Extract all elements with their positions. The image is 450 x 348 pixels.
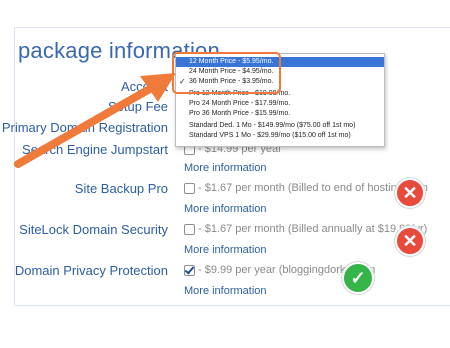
seo-label: Search Engine Jumpstart xyxy=(22,142,168,157)
seo-more-info-link[interactable]: More information xyxy=(184,162,267,174)
panel-border-top xyxy=(14,27,450,28)
privacy-label: Domain Privacy Protection xyxy=(14,263,168,278)
primary-domain-label: Primary Domain Registration xyxy=(1,120,168,135)
setup-fee-label: Setup Fee xyxy=(108,99,168,114)
sitelock-more-info-link[interactable]: More information xyxy=(184,244,267,256)
privacy-more-info-link[interactable]: More information xyxy=(184,285,267,297)
backup-label: Site Backup Pro xyxy=(74,181,168,196)
sitelock-option: - $1.67 per month (Billed annually at $1… xyxy=(184,223,427,235)
backup-option: - $1.67 per month (Billed to end of host… xyxy=(184,182,428,194)
x-mark-icon: ✕ xyxy=(395,226,425,256)
account-label: Account xyxy=(121,79,168,94)
dropdown-option[interactable]: Standard VPS 1 Mo - $29.99/mo ($15.00 of… xyxy=(176,131,384,141)
backup-more-info-link[interactable]: More information xyxy=(184,203,267,215)
dropdown-option[interactable]: Standard Ded. 1 Mo - $149.99/mo ($75.00 … xyxy=(176,121,384,131)
privacy-checkbox[interactable] xyxy=(184,264,195,276)
sitelock-checkbox[interactable] xyxy=(184,223,195,235)
sitelock-price: - $1.67 per month (Billed annually at $1… xyxy=(198,223,428,235)
backup-price: - $1.67 per month (Billed to end of host… xyxy=(198,182,428,194)
check-mark-icon: ✓ xyxy=(342,262,374,294)
x-mark-icon: ✕ xyxy=(395,178,425,208)
sitelock-label: SiteLock Domain Security xyxy=(19,222,168,237)
backup-checkbox[interactable] xyxy=(184,182,195,194)
panel-border-bottom xyxy=(14,305,450,306)
dropdown-option[interactable]: Pro 24 Month Price - $17.99/mo. xyxy=(176,99,384,109)
annotation-highlight-box xyxy=(172,52,281,94)
dropdown-option[interactable]: Pro 36 Month Price - $15.99/mo. xyxy=(176,109,384,119)
